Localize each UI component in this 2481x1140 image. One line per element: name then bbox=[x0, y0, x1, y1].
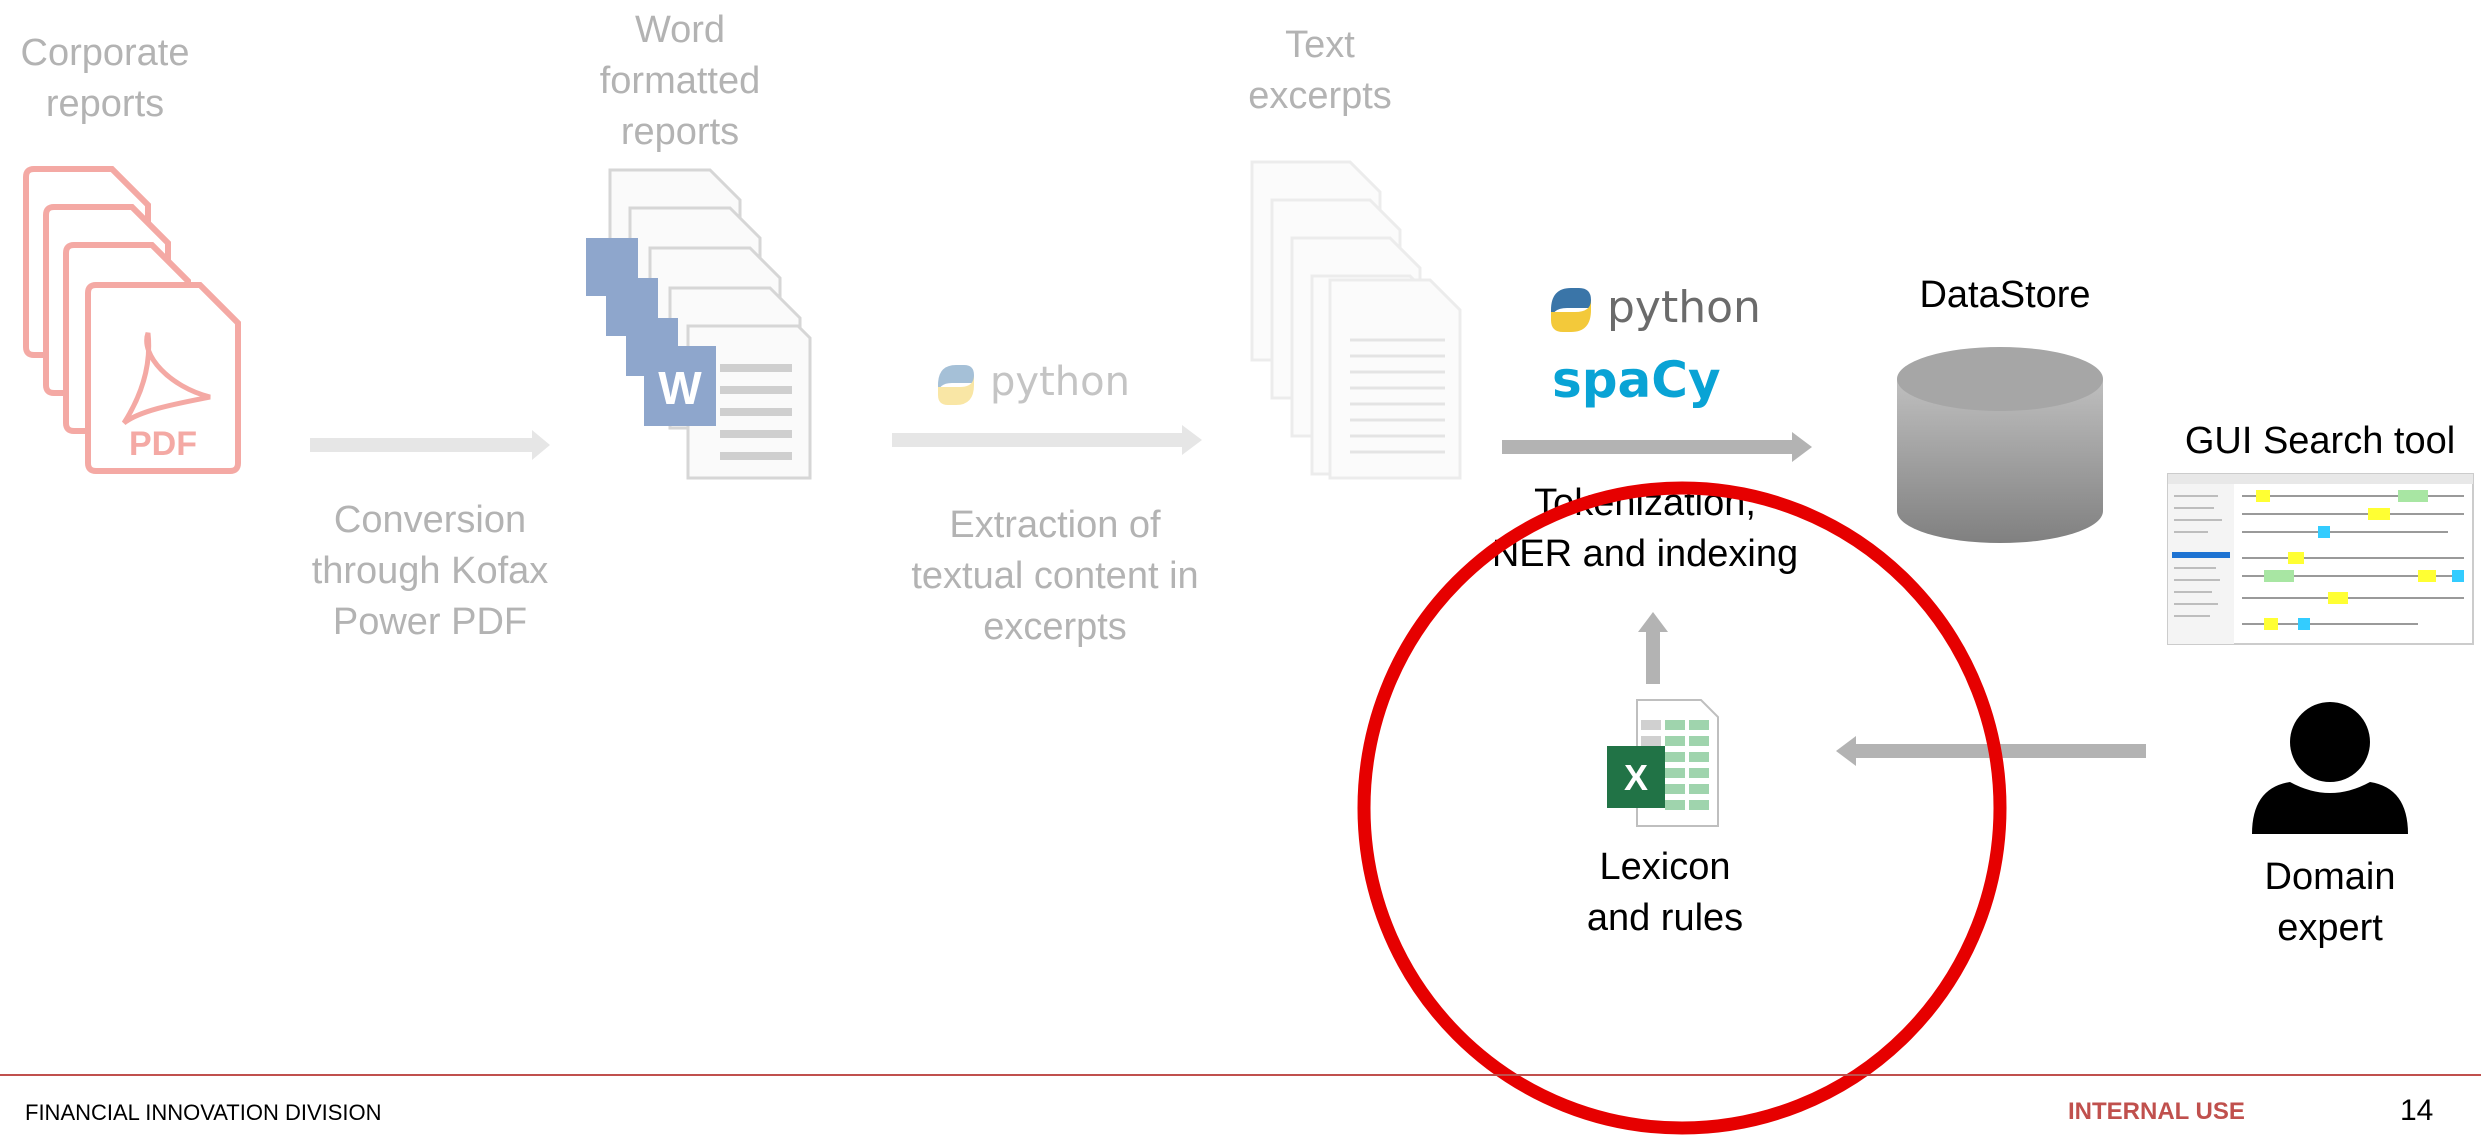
footer-divider bbox=[0, 1074, 2481, 1076]
gui-screenshot-thumbnail[interactable] bbox=[2167, 473, 2474, 645]
word-icon-letter: W bbox=[658, 362, 702, 414]
word-stack-icon: W bbox=[586, 168, 812, 480]
python-logo-faded: python bbox=[938, 359, 1130, 405]
domain-expert-label: Domain expert bbox=[2264, 856, 2396, 949]
person-icon bbox=[2252, 702, 2408, 834]
footer-division: FINANCIAL INNOVATION DIVISION bbox=[25, 1100, 382, 1125]
python-logo: python bbox=[1551, 282, 1761, 333]
extraction-label: Extraction of textual content in excerpt… bbox=[911, 504, 1199, 648]
pdf-stack-icon: PDF bbox=[23, 166, 241, 474]
spacy-logo: spaCy bbox=[1552, 351, 1721, 409]
pdf-label: PDF bbox=[129, 425, 197, 463]
text-excerpts-label: Text excerpts bbox=[1248, 24, 1392, 117]
corporate-reports-label: Corporate reports bbox=[20, 32, 190, 125]
python-wordmark-faded: python bbox=[990, 359, 1130, 405]
highlight-circle bbox=[1357, 481, 2007, 1135]
footer-classification: INTERNAL USE bbox=[2068, 1098, 2245, 1125]
arrow-conversion bbox=[310, 430, 550, 460]
text-excerpts-stack-icon bbox=[1250, 160, 1462, 480]
arrow-extraction bbox=[892, 425, 1202, 455]
datastore-label: DataStore bbox=[1919, 274, 2091, 316]
conversion-label: Conversion through Kofax Power PDF bbox=[311, 499, 549, 643]
gui-search-tool-label: GUI Search tool bbox=[2184, 420, 2456, 462]
word-reports-label: Word formatted reports bbox=[599, 9, 761, 153]
python-wordmark: python bbox=[1607, 282, 1761, 333]
page-number: 14 bbox=[2400, 1094, 2434, 1127]
